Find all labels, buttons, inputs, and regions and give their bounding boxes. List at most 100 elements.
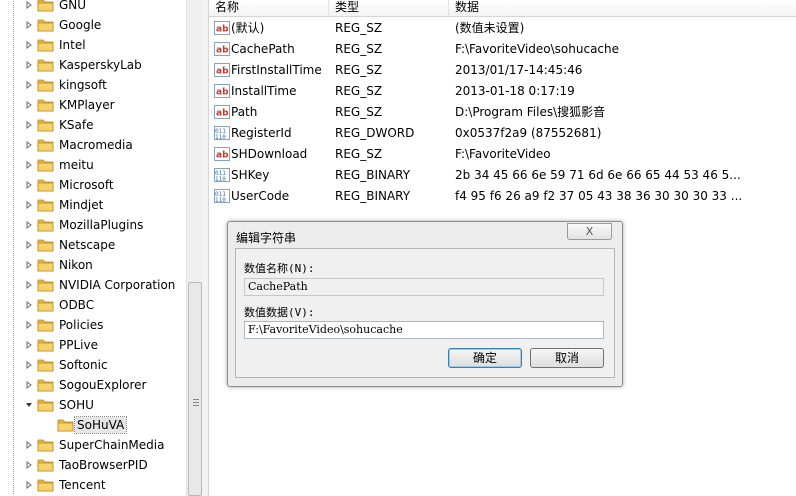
expand-arrow-icon[interactable]: [25, 101, 33, 109]
value-type: REG_SZ: [335, 105, 383, 119]
cancel-button[interactable]: 取消: [530, 348, 604, 368]
value-type: REG_BINARY: [335, 189, 411, 203]
tree-item[interactable]: Intel: [0, 35, 186, 55]
folder-icon: [37, 117, 54, 132]
svg-text:ab: ab: [216, 88, 229, 98]
svg-text:ab: ab: [216, 151, 229, 161]
value-row[interactable]: ab CachePath REG_SZ F:\FavoriteVideo\sohuca…: [209, 39, 796, 60]
value-row[interactable]: 011 110 RegisterId REG_DWORD 0x0537f2a9 (875…: [209, 123, 796, 144]
value-row[interactable]: 011 110 UserCode REG_BINARY f4 95 f6 26 a9 f…: [209, 186, 796, 207]
tree-item-label: SuperChainMedia: [59, 438, 165, 452]
tree-item[interactable]: KSafe: [0, 115, 186, 135]
expand-arrow-icon[interactable]: [25, 221, 33, 229]
tree-item-label: NVIDIA Corporation: [59, 278, 176, 292]
collapse-arrow-icon[interactable]: [25, 401, 33, 409]
value-data: 2013/01/17-14:45:46: [455, 63, 583, 77]
tree-item[interactable]: meitu: [0, 155, 186, 175]
tree-item[interactable]: SoHuVA: [0, 415, 186, 435]
tree-item[interactable]: KasperskyLab: [0, 55, 186, 75]
column-header-type[interactable]: 类型: [329, 0, 449, 16]
expand-arrow-icon[interactable]: [25, 201, 33, 209]
value-type: REG_SZ: [335, 147, 383, 161]
tree-item[interactable]: Tencent: [0, 475, 186, 495]
expand-arrow-icon[interactable]: [25, 161, 33, 169]
tree-item[interactable]: SogouExplorer: [0, 375, 186, 395]
tree-item[interactable]: SOHU: [0, 395, 186, 415]
tree-item[interactable]: kingsoft: [0, 75, 186, 95]
value-row[interactable]: ab Path REG_SZ D:\Program Files\搜狐影音: [209, 102, 796, 123]
tree-item[interactable]: Mindjet: [0, 195, 186, 215]
expand-arrow-icon[interactable]: [25, 281, 33, 289]
tree-item[interactable]: Macromedia: [0, 135, 186, 155]
expand-arrow-icon[interactable]: [25, 321, 33, 329]
tree-item[interactable]: Microsoft: [0, 175, 186, 195]
expand-arrow-icon[interactable]: [25, 461, 33, 469]
expand-arrow-icon[interactable]: [25, 301, 33, 309]
expand-arrow-icon[interactable]: [25, 61, 33, 69]
tree-item[interactable]: MozillaPlugins: [0, 215, 186, 235]
registry-key-tree[interactable]: GNU Google Intel KasperskyLab kingsoft KMPlay…: [0, 0, 186, 496]
value-data-input[interactable]: F:\FavoriteVideo\sohucache: [244, 321, 604, 339]
expand-arrow-icon[interactable]: [25, 81, 33, 89]
tree-connector-line: [13, 15, 14, 35]
list-header: 名称 类型 数据: [209, 0, 796, 17]
folder-icon: [37, 237, 54, 252]
expand-arrow-icon[interactable]: [25, 181, 33, 189]
tree-item[interactable]: Nikon: [0, 255, 186, 275]
expand-arrow-icon[interactable]: [25, 1, 33, 9]
value-row[interactable]: 011 110 SHKey REG_BINARY 2b 34 45 66 6e 59 7…: [209, 165, 796, 186]
tree-scrollbar[interactable]: [186, 0, 204, 496]
expand-arrow-icon[interactable]: [25, 121, 33, 129]
expand-arrow-icon[interactable]: [25, 21, 33, 29]
expand-arrow-icon[interactable]: [25, 261, 33, 269]
binary-value-icon: 011 110: [214, 167, 230, 183]
tree-connector-line: [13, 295, 14, 315]
tree-item[interactable]: Netscape: [0, 235, 186, 255]
expand-arrow-icon[interactable]: [25, 381, 33, 389]
column-header-name[interactable]: 名称: [209, 0, 329, 16]
value-row[interactable]: ab (默认) REG_SZ (数值未设置): [209, 18, 796, 39]
value-data: 2b 34 45 66 6e 59 71 6d 6e 66 65 44 53 4…: [455, 168, 741, 182]
folder-icon: [37, 397, 54, 412]
tree-item[interactable]: Google: [0, 15, 186, 35]
tree-item[interactable]: Softonic: [0, 355, 186, 375]
tree-item-label: SoHuVA: [73, 416, 128, 434]
expand-arrow-icon[interactable]: [25, 41, 33, 49]
expand-arrow-icon[interactable]: [25, 481, 33, 489]
value-name: InstallTime: [231, 84, 297, 98]
scrollbar-thumb[interactable]: [188, 282, 202, 496]
tree-item[interactable]: PPLive: [0, 335, 186, 355]
column-header-data[interactable]: 数据: [449, 0, 796, 16]
expand-arrow-icon[interactable]: [25, 441, 33, 449]
tree-connector-line: [13, 335, 14, 355]
tree-item[interactable]: SuperChainMedia: [0, 435, 186, 455]
tree-item-label: SogouExplorer: [59, 378, 147, 392]
expand-arrow-icon[interactable]: [25, 241, 33, 249]
close-button[interactable]: X: [567, 223, 612, 240]
tree-item[interactable]: KMPlayer: [0, 95, 186, 115]
ok-button[interactable]: 确定: [448, 348, 522, 368]
value-row[interactable]: ab InstallTime REG_SZ 2013-01-18 0:17:19: [209, 81, 796, 102]
value-name-field: CachePath: [244, 278, 604, 296]
value-name: UserCode: [231, 189, 290, 203]
value-data: F:\FavoriteVideo\sohucache: [455, 42, 620, 56]
value-row[interactable]: ab FirstInstallTime REG_SZ 2013/01/17-14:45…: [209, 60, 796, 81]
tree-item[interactable]: NVIDIA Corporation: [0, 275, 186, 295]
tree-item[interactable]: GNU: [0, 0, 186, 15]
value-row[interactable]: ab SHDownload REG_SZ F:\FavoriteVideo: [209, 144, 796, 165]
expand-arrow-icon[interactable]: [25, 361, 33, 369]
expand-arrow-icon[interactable]: [25, 341, 33, 349]
expand-arrow-icon[interactable]: [25, 141, 33, 149]
tree-connector-line: [13, 275, 14, 295]
binary-value-icon: 011 110: [214, 125, 230, 141]
value-name: SHDownload: [231, 147, 308, 161]
value-type: REG_SZ: [335, 21, 383, 35]
tree-item[interactable]: ODBC: [0, 295, 186, 315]
tree-item[interactable]: TaoBrowserPID: [0, 455, 186, 475]
tree-connector-line: [13, 55, 14, 75]
value-data: (数值未设置): [455, 21, 525, 35]
tree-item-label: meitu: [59, 158, 94, 172]
folder-icon: [37, 297, 54, 312]
tree-item[interactable]: Policies: [0, 315, 186, 335]
value-name-label: 数值名称(N):: [244, 262, 315, 275]
